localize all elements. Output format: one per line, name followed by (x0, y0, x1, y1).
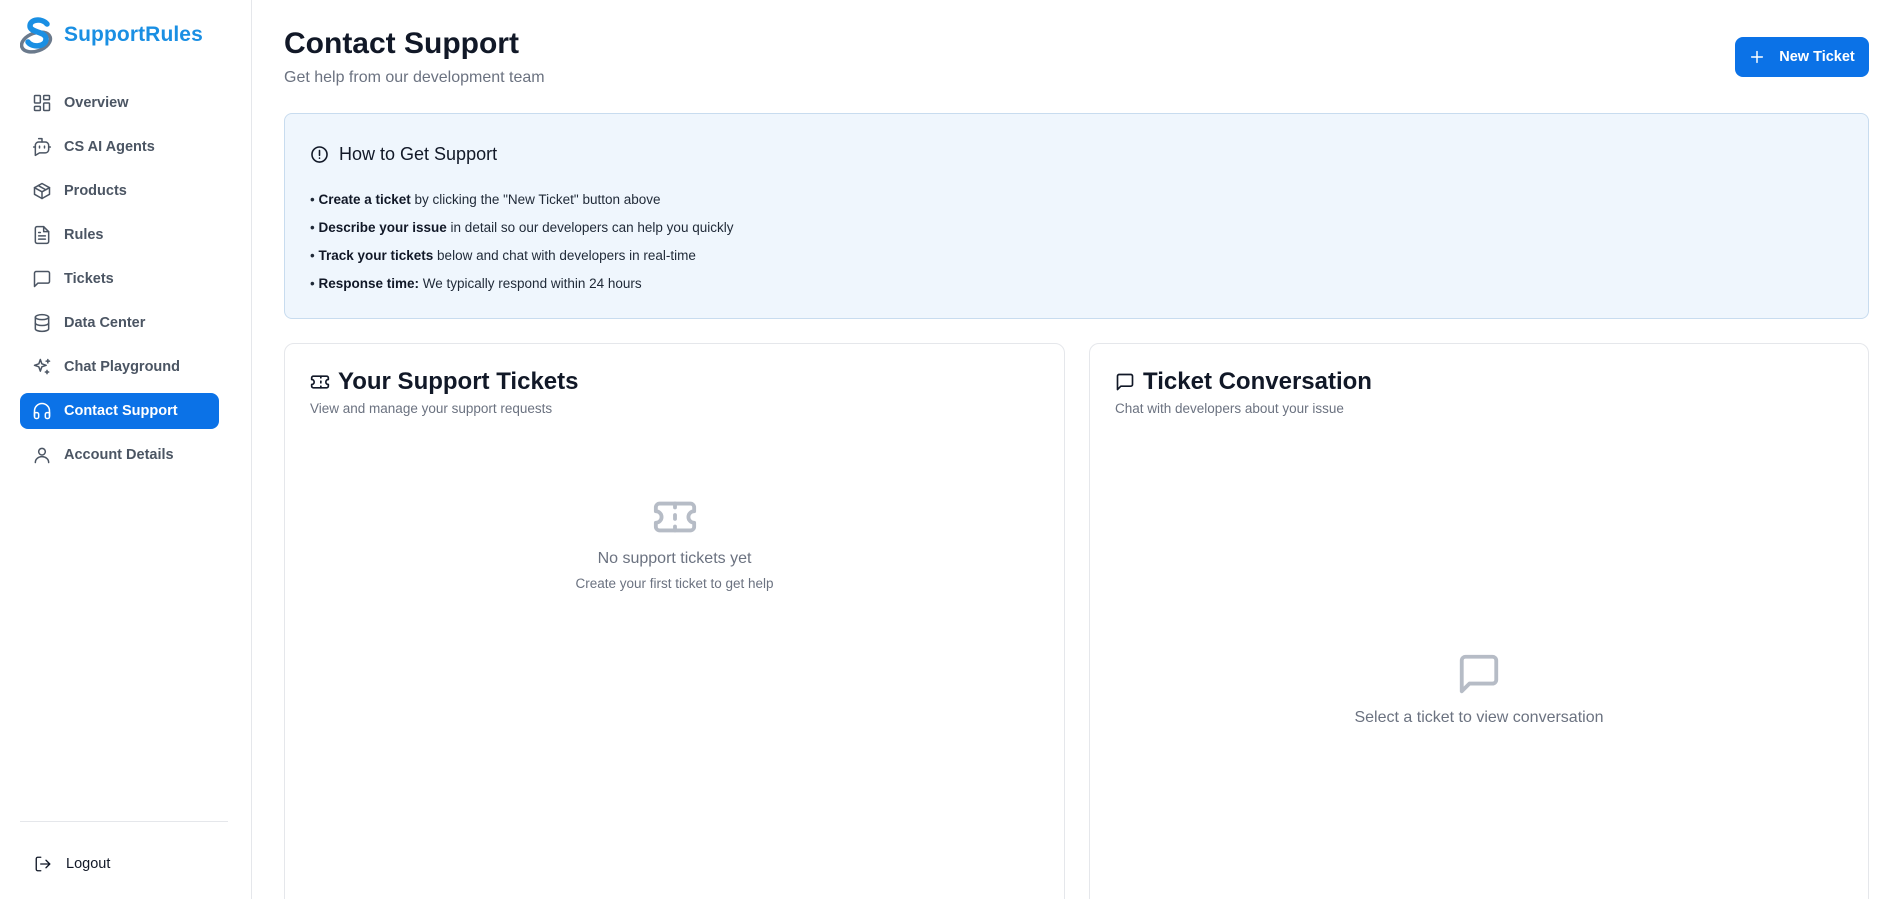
sidebar-divider (20, 821, 228, 822)
conversation-empty-text: Select a ticket to view conversation (1354, 709, 1604, 726)
sidebar-item-rules[interactable]: Rules (20, 217, 219, 253)
info-line: • Track your tickets below and chat with… (310, 248, 696, 263)
sidebar-item-account-details[interactable]: Account Details (20, 437, 219, 473)
sidebar-item-label: Chat Playground (64, 359, 181, 375)
bot-icon (32, 137, 52, 157)
tickets-empty-title: No support tickets yet (597, 550, 752, 567)
info-line-text: We typically respond within 24 hours (419, 276, 642, 291)
info-line: • Create a ticket by clicking the "New T… (310, 192, 661, 207)
info-title-text: How to Get Support (339, 144, 498, 164)
sidebar-item-products[interactable]: Products (20, 173, 219, 209)
ticket-conversation-panel: Ticket Conversation Chat with developers… (1089, 343, 1869, 899)
info-line: • Describe your issue in detail so our d… (310, 220, 734, 235)
brand[interactable]: SupportRules (20, 16, 203, 54)
logout-button[interactable]: Logout (34, 855, 110, 873)
info-line: • Response time: We typically respond wi… (310, 276, 642, 291)
brand-name: SupportRules (64, 23, 203, 46)
info-line-bold: Track your tickets (318, 248, 434, 263)
grid-icon (33, 94, 51, 112)
info-line-bold: Response time: (318, 276, 420, 291)
message-icon (1116, 373, 1134, 391)
sidebar-item-data-center[interactable]: Data Center (20, 305, 219, 341)
plus-icon (1751, 50, 1764, 64)
logout-label: Logout (66, 856, 111, 872)
sidebar-item-overview[interactable]: Overview (20, 85, 219, 121)
sidebar-item-contact-support[interactable]: Contact Support (20, 393, 219, 429)
sidebar-nav: Overview CS AI Agents Products Rules Tic… (20, 85, 219, 481)
info-list: • Create a ticket by clicking the "New T… (310, 191, 733, 303)
database-icon (34, 313, 50, 333)
new-ticket-button[interactable]: New Ticket (1735, 37, 1869, 77)
info-line-text: in detail so our developers can help you… (446, 220, 734, 235)
message-icon (1459, 654, 1499, 694)
ticket-conversation-title-text: Ticket Conversation (1143, 368, 1372, 395)
message-icon (33, 270, 51, 288)
support-tickets-subtitle: View and manage your support requests (310, 401, 553, 416)
headphones-icon (33, 402, 51, 420)
support-tickets-title-text: Your Support Tickets (338, 368, 579, 395)
sidebar-item-label: Contact Support (64, 403, 178, 419)
how-to-get-support-card: How to Get Support • Create a ticket by … (284, 113, 1869, 319)
info-line-text: by clicking the "New Ticket" button abov… (410, 192, 661, 207)
sidebar-item-label: Tickets (64, 271, 114, 287)
ticket-conversation-title: Ticket Conversation (1115, 368, 1372, 396)
conversation-empty-state: Select a ticket to view conversation (1090, 651, 1868, 727)
support-tickets-panel: Your Support Tickets View and manage you… (284, 343, 1065, 899)
ticket-icon (653, 501, 696, 533)
support-tickets-title: Your Support Tickets (310, 368, 578, 396)
sidebar-item-label: Data Center (64, 315, 146, 331)
sidebar-item-tickets[interactable]: Tickets (20, 261, 219, 297)
tickets-empty-subtitle: Create your first ticket to get help (575, 576, 774, 591)
info-line-bold: Create a ticket (318, 192, 411, 207)
box-icon (33, 182, 51, 200)
sidebar-item-label: Products (64, 183, 127, 199)
sidebar: SupportRules Overview CS AI Agents Produ… (0, 0, 252, 899)
sparkles-icon (33, 358, 51, 375)
new-ticket-label: New Ticket (1779, 49, 1855, 65)
ticket-conversation-subtitle: Chat with developers about your issue (1115, 401, 1344, 416)
tickets-empty-state: No support tickets yet Create your first… (285, 494, 1064, 591)
document-icon (34, 225, 50, 245)
alert-circle-icon (311, 146, 328, 163)
info-line-bold: Describe your issue (318, 220, 447, 235)
logout-icon (35, 856, 51, 872)
page-subtitle: Get help from our development team (284, 69, 545, 86)
page-title: Contact Support (284, 27, 519, 60)
sidebar-item-label: Account Details (64, 447, 174, 463)
sidebar-item-label: Rules (64, 227, 104, 243)
info-line-text: below and chat with developers in real-t… (433, 248, 696, 263)
sidebar-item-chat-playground[interactable]: Chat Playground (20, 349, 219, 385)
sidebar-item-cs-ai-agents[interactable]: CS AI Agents (20, 129, 219, 165)
sidebar-item-label: Overview (64, 95, 129, 111)
info-title: How to Get Support (310, 144, 497, 165)
supportrules-logo-icon (20, 17, 53, 54)
ticket-icon (310, 375, 330, 389)
sidebar-item-label: CS AI Agents (64, 139, 155, 155)
user-icon (34, 447, 50, 464)
